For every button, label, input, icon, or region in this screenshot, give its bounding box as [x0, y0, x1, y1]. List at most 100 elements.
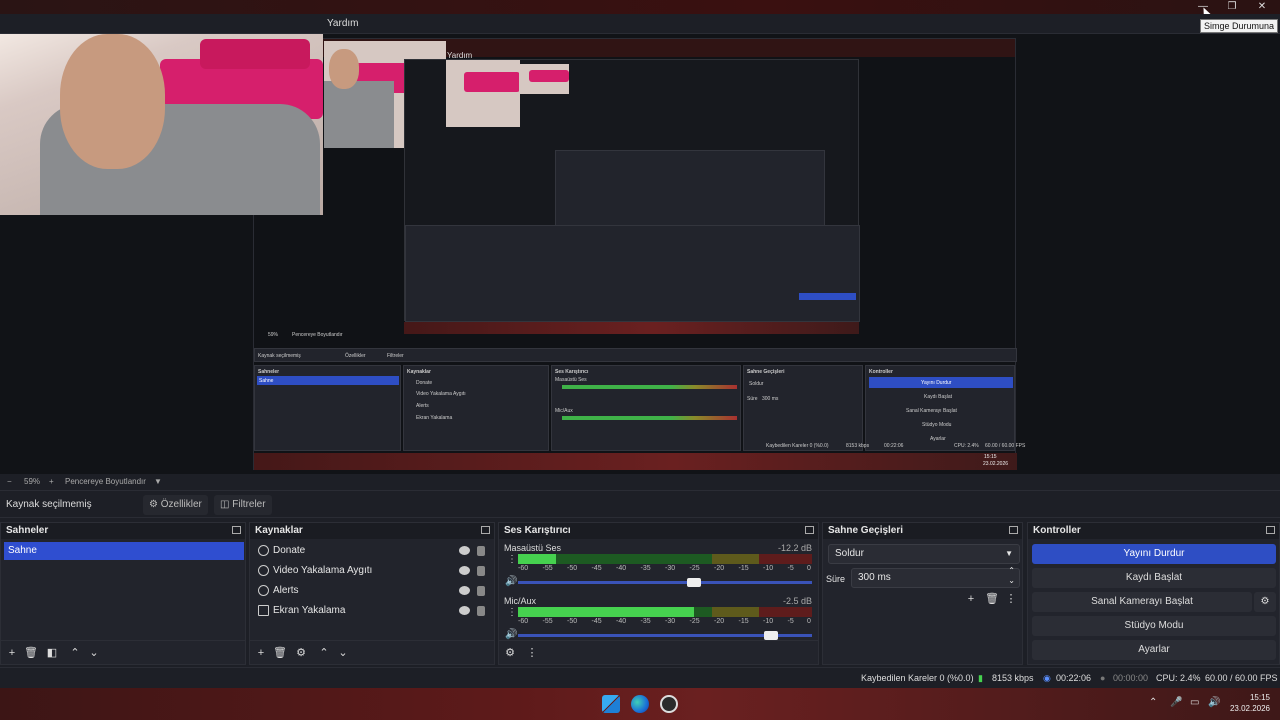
scene-item[interactable]: Sahne [4, 542, 244, 560]
globe-icon [258, 585, 269, 596]
camera-icon [258, 565, 269, 576]
tray-chevron-icon[interactable]: ⌃ [1149, 697, 1157, 708]
speaker-icon[interactable]: 🔊 [505, 576, 517, 587]
zoom-out-button[interactable]: − [7, 477, 12, 486]
obs-app-icon[interactable] [660, 695, 678, 713]
taskbar-clock[interactable]: 15:15 23.02.2026 [1224, 692, 1270, 714]
lock-icon[interactable] [477, 606, 485, 616]
visibility-eye-icon[interactable] [459, 546, 470, 555]
meter-tick-label: -5 [787, 565, 794, 572]
properties-label: Özellikler [160, 499, 202, 510]
channel-menu-icon[interactable]: ⋮ [507, 554, 517, 565]
virtual-camera-settings-icon[interactable]: ⚙ [1254, 592, 1276, 612]
transition-value: Soldur [835, 548, 864, 559]
remove-scene-button[interactable]: 🗑 [23, 645, 39, 661]
mixer-settings-button[interactable]: ⚙ [502, 645, 518, 661]
menu-help[interactable]: Yardım [327, 18, 359, 29]
nested-transitions: Sahne Geçişleri Soldur Süre 300 ms [743, 365, 863, 451]
scenes-title: Sahneler [1, 523, 245, 539]
volume-slider[interactable] [518, 578, 812, 587]
volume-slider[interactable] [518, 631, 812, 640]
undock-icon[interactable] [481, 526, 490, 534]
move-down-button[interactable]: ⌄ [86, 645, 102, 661]
stop-stream-button[interactable]: Yayını Durdur [1032, 544, 1276, 564]
source-label: Video Yakalama Aygıtı [273, 565, 373, 576]
status-bar: Kaybedilen Kareler 0 (%0.0) ▮ 8153 kbps … [0, 667, 1280, 687]
add-scene-button[interactable]: + [4, 645, 20, 661]
move-up-button[interactable]: ⌃ [316, 645, 332, 661]
scene-filters-button[interactable]: ◧ [44, 645, 60, 661]
volume-knob[interactable] [763, 631, 778, 640]
source-properties-button[interactable]: ⚙ [293, 645, 309, 661]
lock-icon[interactable] [477, 546, 485, 556]
settings-button[interactable]: Ayarlar [1032, 640, 1276, 660]
speaker-icon[interactable]: 🔊 [505, 629, 517, 640]
scenes-dock: Sahneler Sahne + 🗑 ◧ ⌃ ⌄ [0, 522, 246, 665]
visibility-eye-icon[interactable] [459, 586, 470, 595]
lock-icon[interactable] [477, 586, 485, 596]
undock-icon[interactable] [1266, 526, 1275, 534]
meter-tick-label: 0 [807, 565, 811, 572]
source-row-alerts[interactable]: Alerts [255, 581, 493, 601]
clock-time: 15:15 [1249, 693, 1270, 702]
meter-tick-label: -45 [591, 618, 602, 625]
channel-menu-icon[interactable]: ⋮ [507, 607, 517, 618]
network-icon[interactable]: ▭ [1190, 697, 1199, 708]
controls-title: Kontroller [1028, 523, 1279, 539]
meter-tick-label: -10 [763, 565, 774, 572]
resize-dropdown-caret[interactable]: ▼ [154, 477, 162, 486]
resize-to-window-button[interactable]: Pencereye Boyutlandır [65, 477, 146, 486]
mixer-channel-mic: Mic/Aux -2.5 dB ⋮ -60 -55 -50 -45 -40 -35 -30-… [504, 596, 812, 646]
sources-dock: Kaynaklar Donate Video Yakalama Aygıtı A… [249, 522, 495, 665]
channel-name: Mic/Aux [504, 596, 537, 606]
restore-button[interactable]: ❐ [1219, 0, 1245, 14]
start-record-button[interactable]: Kaydı Başlat [1032, 568, 1276, 588]
volume-knob[interactable] [687, 578, 702, 587]
nested-preview: Yardım Kaynak seçilmemiş Özellikler Filt… [253, 38, 1025, 470]
source-row-screen-capture[interactable]: Ekran Yakalama [255, 601, 493, 621]
start-virtual-camera-button[interactable]: Sanal Kamerayı Başlat [1032, 592, 1252, 612]
meter-tick-label: -10 [763, 618, 774, 625]
undock-icon[interactable] [232, 526, 241, 534]
move-up-button[interactable]: ⌃ [67, 645, 83, 661]
transitions-title: Sahne Geçişleri [823, 523, 1022, 539]
volume-icon[interactable]: 🔊 [1208, 697, 1220, 708]
undock-icon[interactable] [805, 526, 814, 534]
add-source-button[interactable]: + [253, 645, 269, 661]
visibility-eye-icon[interactable] [459, 566, 470, 575]
preview-area[interactable]: Yardım Kaynak seçilmemiş Özellikler Filt… [0, 34, 1280, 474]
transition-select[interactable]: Soldur ▼ [828, 544, 1020, 564]
remove-source-button[interactable]: 🗑 [272, 645, 288, 661]
windows-taskbar: ⌃ 🎤 ▭ 🔊 15:15 23.02.2026 [0, 688, 1280, 720]
studio-mode-button[interactable]: Stüdyo Modu [1032, 616, 1276, 636]
duration-input[interactable]: 300 ms ⌃ ⌄ [851, 566, 1020, 588]
meter-tick-label: 0 [807, 618, 811, 625]
title-bar: — ❐ ✕ [0, 0, 1280, 14]
remove-transition-button[interactable]: 🗑 [984, 591, 1000, 607]
meter-tick-label: -50 [566, 565, 578, 572]
add-transition-button[interactable]: + [963, 591, 979, 607]
nested-scenes: Sahneler Sahne [254, 365, 401, 451]
close-button[interactable]: ✕ [1249, 0, 1275, 14]
nested-mixer: Ses Karıştırıcı Masaüstü Ses Mic/Aux [551, 365, 741, 451]
lock-icon[interactable] [477, 566, 485, 576]
edge-browser-icon[interactable] [631, 695, 649, 713]
move-down-button[interactable]: ⌄ [335, 645, 351, 661]
stepper-icon[interactable]: ⌃ ⌄ [1008, 566, 1015, 586]
dropped-frames: Kaybedilen Kareler 0 (%0.0) [861, 673, 974, 683]
transition-menu-button[interactable]: ⋮ [1003, 591, 1019, 607]
visibility-eye-icon[interactable] [459, 606, 470, 615]
meter-tick-label: -25 [689, 565, 700, 572]
source-row-video-capture[interactable]: Video Yakalama Aygıtı [255, 561, 493, 581]
zoom-in-button[interactable]: + [49, 477, 54, 486]
source-row-donate[interactable]: Donate [255, 541, 493, 561]
meter-tick-label: -30 [665, 565, 676, 572]
microphone-icon[interactable]: 🎤 [1170, 697, 1182, 708]
windows-start-icon[interactable] [602, 695, 620, 713]
undock-icon[interactable] [1009, 526, 1018, 534]
channel-name: Masaüstü Ses [504, 543, 562, 553]
mixer-channel-desktop: Masaüstü Ses -12.2 dB ⋮ -60 -55 -50 -45 -40-… [504, 543, 812, 593]
mixer-menu-button[interactable]: ⋮ [524, 645, 540, 661]
properties-button[interactable]: ⚙ Özellikler [143, 495, 208, 515]
filters-button[interactable]: ◫ Filtreler [214, 495, 272, 515]
